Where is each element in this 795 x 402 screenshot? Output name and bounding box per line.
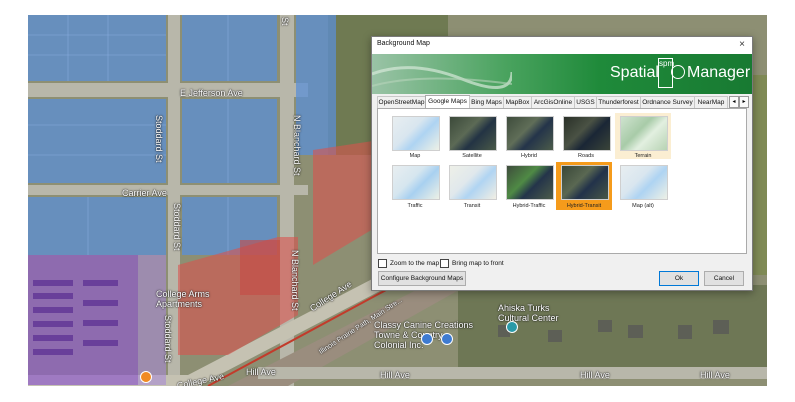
thumb-map-alt[interactable] xyxy=(620,165,668,200)
thumb-label-map: Map xyxy=(409,153,421,159)
close-button[interactable]: × xyxy=(735,38,749,52)
thumb-label-terrain: Terrain xyxy=(634,153,652,159)
street-label-jefferson: E Jefferson Ave xyxy=(180,88,243,98)
background-map-dialog: Background Map × Spatial spm Manager Ope… xyxy=(371,36,753,291)
bring-front-option[interactable]: Bring map to front xyxy=(440,259,504,268)
bring-front-option-label: Bring map to front xyxy=(452,260,504,268)
dialog-title: Background Map xyxy=(377,40,430,47)
globe-icon xyxy=(671,65,685,79)
thumb-terrain[interactable] xyxy=(620,116,668,151)
tab-scroll-right-button[interactable]: ▸ xyxy=(739,96,749,108)
tab-scroll-left-button[interactable]: ◂ xyxy=(729,96,739,108)
thumb-label-hybrid-traffic: Hybrid-Traffic xyxy=(512,203,546,209)
thumb-label-satellite: Satellite xyxy=(462,153,482,159)
thumb-transit[interactable] xyxy=(449,165,497,200)
brand-word-manager: Manager xyxy=(687,64,751,81)
place-label-college-arms: College Arms Apartments xyxy=(156,289,210,309)
thumb-label-hybrid-transit: Hybrid-Transit xyxy=(566,203,602,209)
shop-pin-icon-2[interactable] xyxy=(441,333,453,345)
zoom-option[interactable]: Zoom to the map xyxy=(378,259,439,268)
street-label-hill-1: Hill Ave xyxy=(246,367,276,377)
street-label-hill-2: Hill Ave xyxy=(380,370,410,380)
thumb-traffic[interactable] xyxy=(392,165,440,200)
street-label-hill-3: Hill Ave xyxy=(580,370,610,380)
google-maps-panel: Map Satellite Hybrid Roads Terrain Traff… xyxy=(377,108,747,254)
brand-word-spatial: Spatial xyxy=(610,64,659,81)
place-label-classy-canine: Classy Canine Creations xyxy=(374,320,474,330)
thumb-label-map-alt: Map (alt) xyxy=(632,203,654,209)
bring-front-checkbox[interactable] xyxy=(440,259,449,268)
banner-map-graphic xyxy=(372,66,512,89)
thumb-hybrid-traffic[interactable] xyxy=(506,165,554,200)
street-label-st: St xyxy=(280,17,290,26)
tab-google-maps[interactable]: Google Maps xyxy=(425,95,470,109)
zoom-checkbox[interactable] xyxy=(378,259,387,268)
brand-banner: Spatial spm Manager xyxy=(372,54,752,94)
thumb-map[interactable] xyxy=(392,116,440,151)
street-label-carrier: Carrier Ave xyxy=(122,188,167,198)
shop-pin-icon[interactable] xyxy=(421,333,433,345)
thumb-label-roads: Roads xyxy=(578,153,594,159)
thumb-label-traffic: Traffic xyxy=(407,203,423,209)
cancel-button[interactable]: Cancel xyxy=(704,271,744,286)
street-label-stoddard-3: Stoddard St xyxy=(163,315,173,363)
dialog-titlebar[interactable]: Background Map × xyxy=(372,37,752,54)
street-label-blanchard-2: N Blanchard St xyxy=(290,250,300,311)
place-pin-icon[interactable] xyxy=(506,321,518,333)
thumb-roads[interactable] xyxy=(563,116,611,151)
zoom-option-label: Zoom to the map xyxy=(390,260,440,268)
thumb-satellite[interactable] xyxy=(449,116,497,151)
street-label-blanchard-1: N Blanchard St xyxy=(292,115,302,176)
thumb-hybrid-transit[interactable] xyxy=(561,165,609,200)
thumb-label-transit: Transit xyxy=(463,203,481,209)
ok-button[interactable]: Ok xyxy=(659,271,699,286)
thumb-label-hybrid: Hybrid xyxy=(521,153,537,159)
food-pin-icon[interactable] xyxy=(140,371,152,383)
street-label-stoddard-1: Stoddard St xyxy=(154,115,164,163)
thumb-hybrid[interactable] xyxy=(506,116,554,151)
street-label-stoddard-2: Stoddard St xyxy=(172,203,182,251)
street-label-hill-4: Hill Ave xyxy=(700,370,730,380)
configure-background-maps-button[interactable]: Configure Background Maps xyxy=(378,271,466,286)
place-label-ahiska: Ahiska Turks Cultural Center xyxy=(498,303,559,323)
